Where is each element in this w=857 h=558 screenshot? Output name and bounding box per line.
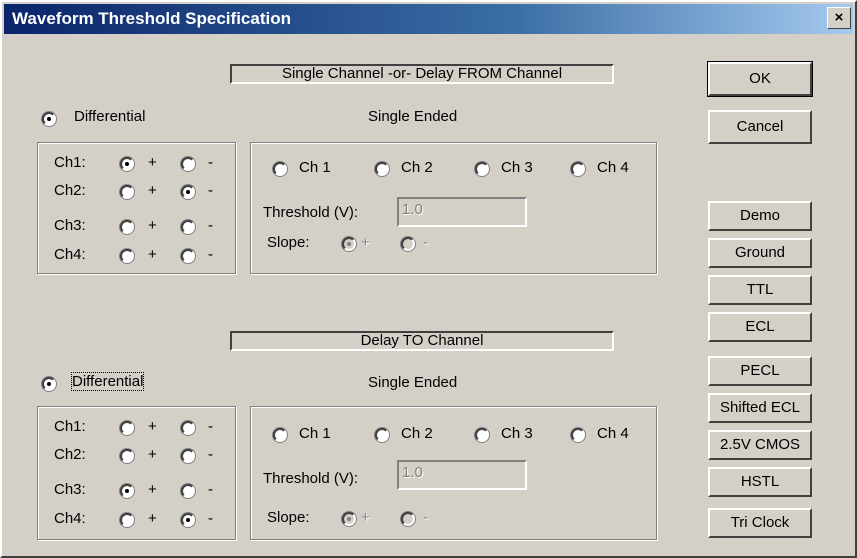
close-button[interactable]: ×: [827, 7, 851, 29]
cancel-button[interactable]: Cancel: [708, 110, 812, 144]
section2-ch3-plus-label: +: [148, 481, 157, 498]
section1-differential-label: Differential: [74, 108, 146, 125]
section2-differential-label: Differential: [70, 372, 145, 391]
section1-ch3-minus-radio[interactable]: [181, 220, 195, 234]
section1-ch4-minus-label: -: [208, 246, 213, 263]
section1-ch2-plus-radio[interactable]: [120, 185, 134, 199]
section2-ch2-plus-radio[interactable]: [120, 449, 134, 463]
section2-ch2-minus-label: -: [208, 446, 213, 463]
section1-ch4-radio[interactable]: [571, 162, 585, 176]
section1-slope-plus-label: +: [361, 234, 370, 251]
section2-ch4-minus-label: -: [208, 510, 213, 527]
section1-ch1-radio[interactable]: [273, 162, 287, 176]
section2-slope-minus-radio[interactable]: [401, 512, 415, 526]
section2-header: Delay TO Channel: [230, 331, 614, 351]
section1-header: Single Channel -or- Delay FROM Channel: [230, 64, 614, 84]
ecl-button[interactable]: ECL: [708, 312, 812, 342]
section2-slope-minus-label: -: [423, 509, 428, 526]
section1-ch1-label: Ch1:: [54, 154, 86, 171]
section1-threshold-label: Threshold (V):: [263, 204, 359, 221]
section1-ch4-minus-radio[interactable]: [181, 249, 195, 263]
section2-differential-radio[interactable]: [42, 377, 56, 391]
section1-slope-minus-label: -: [423, 234, 428, 251]
tri-clock-button[interactable]: Tri Clock: [708, 508, 812, 538]
section1-single-ended-label: Single Ended: [368, 108, 458, 125]
section2-ch3-radio-label: Ch 3: [501, 425, 533, 442]
section2-ch4-radio[interactable]: [571, 428, 585, 442]
section1-ch4-radio-label: Ch 4: [597, 159, 629, 176]
section2-ch2-minus-radio[interactable]: [181, 449, 195, 463]
section2-ch2-label: Ch2:: [54, 446, 86, 463]
section2-ch1-radio[interactable]: [273, 428, 287, 442]
section1-ch3-radio-label: Ch 3: [501, 159, 533, 176]
section2-ch3-label: Ch3:: [54, 481, 86, 498]
section2-ch3-minus-radio[interactable]: [181, 484, 195, 498]
section2-ch1-plus-radio[interactable]: [120, 421, 134, 435]
cmos-2-5v-button[interactable]: 2.5V CMOS: [708, 430, 812, 460]
ok-button[interactable]: OK: [707, 61, 813, 97]
section2-slope-plus-radio[interactable]: [342, 512, 356, 526]
section2-ch3-radio[interactable]: [475, 428, 489, 442]
demo-button[interactable]: Demo: [708, 201, 812, 231]
section1-ch3-minus-label: -: [208, 217, 213, 234]
section2-differential-group: Ch1: + - Ch2: + - Ch3: + - Ch4: + -: [37, 406, 236, 540]
section1-ch1-radio-label: Ch 1: [299, 159, 331, 176]
section1-slope-plus-radio[interactable]: [342, 237, 356, 251]
section2-ch2-radio[interactable]: [375, 428, 389, 442]
section1-ch2-label: Ch2:: [54, 182, 86, 199]
section1-slope-label: Slope:: [267, 234, 310, 251]
section2-single-ended-group: Ch 1 Ch 2 Ch 3 Ch 4 Threshold (V): 1.0 S…: [250, 406, 657, 540]
title-bar: Waveform Threshold Specification ×: [4, 4, 853, 34]
section1-threshold-input[interactable]: 1.0: [397, 197, 527, 227]
section2-ch1-label: Ch1:: [54, 418, 86, 435]
section1-ch3-radio[interactable]: [475, 162, 489, 176]
pecl-button[interactable]: PECL: [708, 356, 812, 386]
section1-ch2-radio[interactable]: [375, 162, 389, 176]
section2-ch3-plus-radio[interactable]: [120, 484, 134, 498]
section2-ch1-minus-radio[interactable]: [181, 421, 195, 435]
section2-ch2-radio-label: Ch 2: [401, 425, 433, 442]
section1-slope-minus-radio[interactable]: [401, 237, 415, 251]
section2-ch4-minus-radio[interactable]: [181, 513, 195, 527]
section1-ch2-radio-label: Ch 2: [401, 159, 433, 176]
section1-ch3-label: Ch3:: [54, 217, 86, 234]
section2-single-ended-label: Single Ended: [368, 374, 458, 391]
section2-slope-label: Slope:: [267, 509, 310, 526]
ground-button[interactable]: Ground: [708, 238, 812, 268]
section1-ch2-plus-label: +: [148, 182, 157, 199]
section2-slope-plus-label: +: [361, 509, 370, 526]
section1-differential-radio[interactable]: [42, 112, 56, 126]
section1-ch2-minus-radio[interactable]: [181, 185, 195, 199]
section2-ch4-radio-label: Ch 4: [597, 425, 629, 442]
section2-ch4-plus-radio[interactable]: [120, 513, 134, 527]
section1-ch4-plus-label: +: [148, 246, 157, 263]
section2-ch2-plus-label: +: [148, 446, 157, 463]
section1-ch4-label: Ch4:: [54, 246, 86, 263]
section1-ch3-plus-label: +: [148, 217, 157, 234]
window-title: Waveform Threshold Specification: [12, 9, 291, 28]
section2-ch1-minus-label: -: [208, 418, 213, 435]
section2-ch4-plus-label: +: [148, 510, 157, 527]
section2-ch4-label: Ch4:: [54, 510, 86, 527]
section2-ch1-radio-label: Ch 1: [299, 425, 331, 442]
section2-ch1-plus-label: +: [148, 418, 157, 435]
section1-ch4-plus-radio[interactable]: [120, 249, 134, 263]
hstl-button[interactable]: HSTL: [708, 467, 812, 497]
section1-single-ended-group: Ch 1 Ch 2 Ch 3 Ch 4 Threshold (V): 1.0 S…: [250, 142, 657, 274]
section1-ch2-minus-label: -: [208, 182, 213, 199]
section2-threshold-label: Threshold (V):: [263, 470, 359, 487]
section1-differential-group: Ch1: + - Ch2: + - Ch3: + - Ch4: + -: [37, 142, 236, 274]
section1-ch1-plus-radio[interactable]: [120, 157, 134, 171]
section1-ch1-minus-label: -: [208, 154, 213, 171]
shifted-ecl-button[interactable]: Shifted ECL: [708, 393, 812, 423]
section1-ch3-plus-radio[interactable]: [120, 220, 134, 234]
dialog-window: Waveform Threshold Specification × Singl…: [0, 0, 857, 558]
ttl-button[interactable]: TTL: [708, 275, 812, 305]
section1-ch1-plus-label: +: [148, 154, 157, 171]
section1-ch1-minus-radio[interactable]: [181, 157, 195, 171]
section2-ch3-minus-label: -: [208, 481, 213, 498]
section2-threshold-input[interactable]: 1.0: [397, 460, 527, 490]
